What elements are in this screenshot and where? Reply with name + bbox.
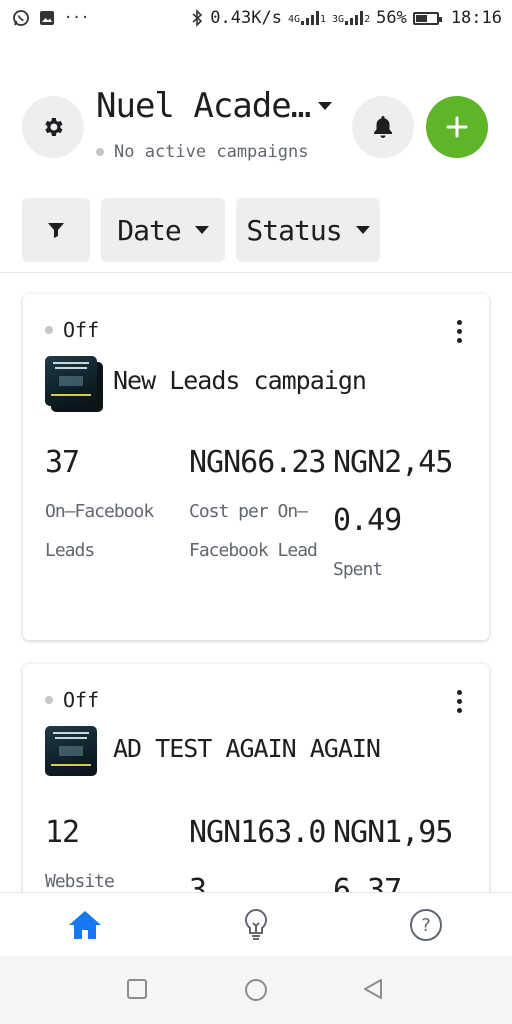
campaign-status-badge: Off [45,318,99,342]
campaign-card[interactable]: Off AD TEST AGAIN AGAIN 12 Website NGN16… [23,664,489,924]
status-dot-icon [96,148,104,156]
notifications-button[interactable] [352,96,414,158]
signal-1-label: 4G [287,14,300,25]
home-system-button[interactable] [244,978,268,1006]
metric-value: 12 [45,815,80,850]
campaign-status-badge: Off [45,688,99,712]
status-left-icons: ··· [12,9,89,27]
metric-value: NGN66.23 [189,445,327,480]
metric-results: 12 Website [45,804,169,901]
back-icon [364,979,382,999]
status-right: 0.43K/s 4G 1 3G 2 56% 18:16 [190,8,502,28]
network-speed: 0.43K/s [210,8,282,28]
metric-label: On—Facebook Leads [45,501,154,561]
recents-icon [127,979,147,999]
funnel-icon [48,223,64,238]
bottom-navigation: ? [0,892,512,956]
signal-1-sub: 1 [319,14,327,25]
gallery-icon [40,11,54,25]
chevron-down-icon [355,226,370,234]
date-filter-dropdown[interactable]: Date [101,198,225,262]
campaign-name[interactable]: New Leads campaign [113,366,367,395]
metric-value: 37 [45,445,80,480]
signal-1: 4G 1 [288,11,326,25]
signal-2-sub: 2 [364,14,371,25]
status-filter-label: Status [246,213,342,247]
battery-icon [412,11,442,25]
more-options-icon[interactable] [457,320,463,343]
campaign-status-text: Off [63,688,100,712]
signal-icon [300,11,319,25]
more-dots-icon: ··· [64,10,90,26]
campaign-status-text: No active campaigns [114,142,309,162]
metric-value: NGN2,450.49 [333,445,453,538]
filter-bar: Date Status [22,198,380,262]
back-button[interactable] [362,978,384,1004]
filter-button[interactable] [22,198,90,262]
nav-tips[interactable] [236,907,276,943]
gear-icon [45,118,63,136]
chevron-down-icon [318,102,333,110]
status-dot-icon [45,326,53,334]
metric-spent: NGN2,450.49 Spent [333,434,473,589]
divider [0,272,512,273]
battery-percent: 56% [376,8,407,28]
campaign-status-text: Off [63,318,100,342]
nav-help[interactable]: ? [406,907,446,943]
account-selector[interactable]: Nuel Acade… No active campaigns [96,86,333,162]
signal-2: 3G 2 [332,11,370,25]
system-navigation-bar [0,956,512,1024]
recents-button[interactable] [126,978,148,1004]
status-filter-dropdown[interactable]: Status [236,198,380,262]
status-bar: ··· 0.43K/s 4G 1 3G 2 56% 18:16 [0,0,512,36]
status-dot-icon [45,696,53,704]
settings-button[interactable] [22,96,84,158]
metric-label: Cost per On—Facebook Lead [189,501,318,561]
more-options-icon[interactable] [457,690,463,713]
chevron-down-icon [194,226,209,234]
campaign-thumbnail [45,356,103,412]
plus-icon [446,116,468,138]
date-filter-label: Date [117,213,181,247]
signal-2-label: 3G [332,14,345,25]
account-name: Nuel Acade… [96,86,311,126]
create-campaign-button[interactable] [426,96,488,158]
campaign-card[interactable]: Off New Leads campaign 37 On—Facebook Le… [23,294,489,640]
metric-cost-per-result: NGN66.23 Cost per On—Facebook Lead [189,434,329,570]
header: Nuel Acade… No active campaigns [22,86,492,176]
home-circle-icon [245,979,267,1001]
battery-fill [415,14,427,22]
whatsapp-icon [13,10,29,26]
nav-home[interactable] [65,907,105,943]
campaign-status: No active campaigns [96,142,332,162]
bell-icon [374,116,392,138]
home-icon [69,911,101,939]
metric-results: 37 On—Facebook Leads [45,434,169,570]
signal-icon [345,11,364,25]
account-name-row[interactable]: Nuel Acade… [96,86,333,126]
lightbulb-icon [245,908,267,940]
bluetooth-icon [192,9,203,27]
metric-label: Spent [333,559,383,580]
clock: 18:16 [450,8,502,28]
help-icon: ? [410,909,442,941]
campaign-name[interactable]: AD TEST AGAIN AGAIN [113,734,381,763]
campaign-thumbnail [45,726,103,782]
